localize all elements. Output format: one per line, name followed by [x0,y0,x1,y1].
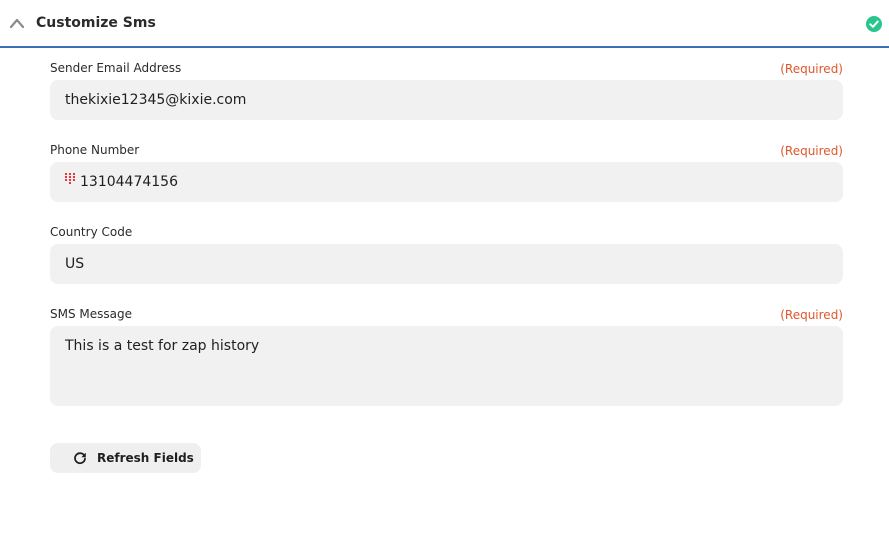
sms-message-label: SMS Message [50,307,132,321]
country-code-label: Country Code [50,225,133,239]
refresh-icon [74,452,86,465]
sms-message-value: This is a test for zap history [65,338,260,354]
phone-number-label: Phone Number [50,143,140,157]
sms-message-required: (Required) [780,308,843,322]
phone-number-value: 13104474156 [80,174,178,190]
sender-email-field[interactable]: thekixie12345@kixie.com [50,80,843,120]
chevron-up-icon[interactable] [10,18,24,28]
sender-email-label: Sender Email Address [50,61,182,75]
sender-email-required: (Required) [780,62,843,76]
country-code-value: US [65,256,85,272]
refresh-fields-button[interactable]: Refresh Fields [50,443,201,473]
sender-email-value: thekixie12345@kixie.com [65,92,247,108]
refresh-fields-label: Refresh Fields [97,451,194,465]
section-title: Customize Sms [36,15,156,31]
phone-number-field[interactable]: 13104474156 [50,162,843,202]
keypad-icon [65,172,75,184]
section-header[interactable]: Customize Sms [0,0,889,48]
phone-number-required: (Required) [780,144,843,158]
country-code-field[interactable]: US [50,244,843,284]
sms-message-field[interactable]: This is a test for zap history [50,326,843,406]
check-circle-icon [866,16,882,32]
